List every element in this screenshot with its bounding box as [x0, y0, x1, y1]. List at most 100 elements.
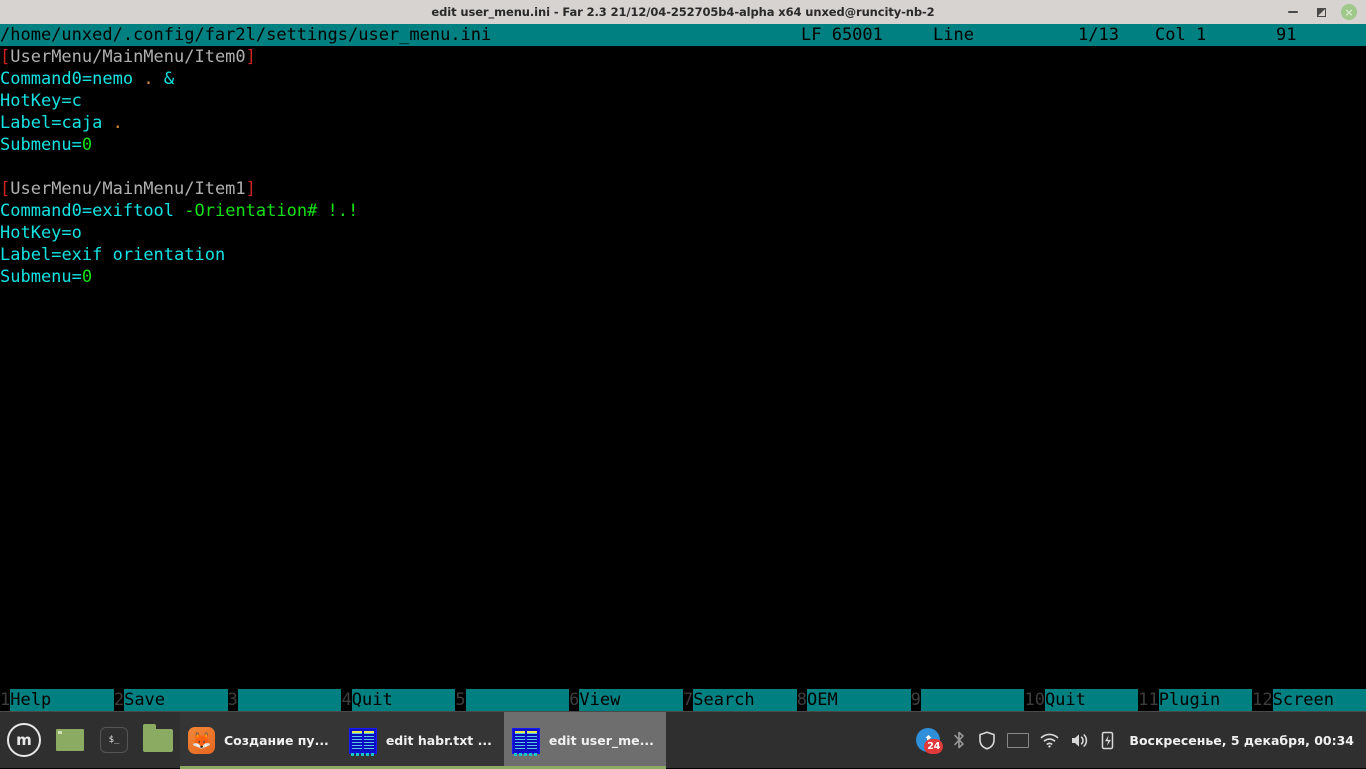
editor-token: &: [154, 69, 174, 89]
editor-line[interactable]: [0, 156, 1366, 178]
editor-token: .: [113, 113, 123, 133]
function-key-f11[interactable]: 11Plugin: [1138, 689, 1252, 711]
editor-token: =: [61, 223, 71, 243]
taskbar-task[interactable]: 🦊Создание пу...: [180, 712, 341, 769]
editor-token: =: [61, 91, 71, 111]
editor-line[interactable]: Label=caja .: [0, 112, 1366, 134]
editor-token: =: [51, 245, 61, 265]
editor-token: exiftool: [92, 201, 184, 221]
editor-line[interactable]: Submenu=0: [0, 134, 1366, 156]
system-tray: ⬆ 24: [916, 712, 1366, 768]
editor-encoding[interactable]: LF 65001: [801, 24, 883, 46]
editor-token: .: [143, 69, 153, 89]
function-key-label: Screen: [1273, 689, 1366, 711]
bluetooth-icon[interactable]: [951, 731, 967, 749]
window-title: edit user_menu.ini - Far 2.3 21/12/04-25…: [431, 5, 934, 19]
function-key-f5[interactable]: 5: [455, 689, 569, 711]
mint-menu-button[interactable]: m: [0, 712, 48, 769]
editor-line[interactable]: Submenu=0: [0, 266, 1366, 288]
taskbar-task[interactable]: edit user_me...: [504, 712, 666, 769]
function-key-number: 6: [569, 689, 579, 711]
software-update-icon[interactable]: ⬆ 24: [916, 728, 940, 752]
editor-token: Label: [0, 245, 51, 265]
editor-token: Submenu: [0, 267, 72, 287]
editor-line[interactable]: [UserMenu/MainMenu/Item0]: [0, 46, 1366, 68]
update-count-badge: 24: [924, 739, 943, 754]
editor-text-area[interactable]: [UserMenu/MainMenu/Item0]Command0=nemo .…: [0, 46, 1366, 689]
function-key-f10[interactable]: 10Quit: [1024, 689, 1138, 711]
editor-token: ]: [246, 47, 256, 67]
close-button[interactable]: ×: [1336, 0, 1362, 24]
launcher-file-manager[interactable]: [136, 712, 180, 769]
editor-token: 0: [82, 135, 92, 155]
editor-line[interactable]: Command0=nemo . &: [0, 68, 1366, 90]
volume-icon[interactable]: [1070, 732, 1089, 749]
battery-power-icon[interactable]: [1100, 731, 1116, 750]
function-key-f12[interactable]: 12Screen: [1252, 689, 1366, 711]
taskbar-task-label: edit habr.txt ...: [386, 733, 492, 748]
editor-token: =: [82, 69, 92, 89]
function-key-number: 2: [114, 689, 124, 711]
maximize-button[interactable]: [1308, 0, 1334, 24]
editor-status-bar: /home/unxed/.config/far2l/settings/user_…: [0, 24, 1366, 46]
taskbar-spacer: [666, 712, 917, 768]
function-key-label: Quit: [1045, 689, 1138, 711]
editor-line[interactable]: [UserMenu/MainMenu/Item1]: [0, 178, 1366, 200]
launcher-show-desktop[interactable]: [48, 712, 92, 769]
function-key-number: 12: [1252, 689, 1272, 711]
editor-token: Submenu: [0, 135, 72, 155]
keyboard-layout-flag-icon[interactable]: [1007, 733, 1029, 748]
editor-line[interactable]: Label=exif orientation: [0, 244, 1366, 266]
function-key-f1[interactable]: 1Help: [0, 689, 114, 711]
function-key-number: 8: [797, 689, 807, 711]
function-key-f7[interactable]: 7Search: [683, 689, 797, 711]
function-key-label: Quit: [352, 689, 456, 711]
launcher-terminal[interactable]: $_: [92, 712, 136, 769]
function-key-f3[interactable]: 3: [228, 689, 342, 711]
function-key-label: Plugin: [1159, 689, 1252, 711]
editor-line[interactable]: HotKey=o: [0, 222, 1366, 244]
editor-token: ]: [246, 179, 256, 199]
editor-token: -Orientation# !.!: [184, 201, 358, 221]
function-key-label: [238, 689, 342, 711]
editor-token: =: [82, 201, 92, 221]
editor-token: Command0: [0, 201, 82, 221]
editor-token: Command0: [0, 69, 82, 89]
editor-token: 0: [82, 267, 92, 287]
far-manager-icon: [512, 728, 540, 754]
editor-col-value: 91: [1276, 24, 1296, 46]
far-manager-icon: [349, 728, 377, 754]
editor-token: [: [0, 179, 10, 199]
function-key-number: 4: [341, 689, 351, 711]
desktop-taskbar: m $_ 🦊Создание пу... edit habr.txt ... edi…: [0, 711, 1366, 768]
taskbar-task[interactable]: edit habr.txt ...: [341, 712, 504, 769]
editor-col-label: Col 1: [1155, 24, 1206, 46]
firewall-shield-icon[interactable]: [978, 731, 996, 750]
wifi-icon[interactable]: [1040, 733, 1059, 748]
editor-token: UserMenu/MainMenu/Item1: [10, 179, 245, 199]
function-key-label: OEM: [807, 689, 911, 711]
editor-token: HotKey: [0, 223, 61, 243]
function-key-number: 10: [1024, 689, 1044, 711]
editor-token: =: [72, 267, 82, 287]
function-key-f4[interactable]: 4Quit: [341, 689, 455, 711]
function-key-f8[interactable]: 8OEM: [797, 689, 911, 711]
editor-line[interactable]: Command0=exiftool -Orientation# !.!: [0, 200, 1366, 222]
editor-line-value: 1/13: [1078, 24, 1119, 46]
minimize-button[interactable]: [1280, 0, 1306, 24]
function-key-f9[interactable]: 9: [911, 689, 1025, 711]
function-key-f6[interactable]: 6View: [569, 689, 683, 711]
function-key-f2[interactable]: 2Save: [114, 689, 228, 711]
firefox-icon: 🦊: [188, 727, 215, 754]
function-key-label: Help: [10, 689, 114, 711]
mint-logo-icon: m: [7, 723, 41, 757]
clock[interactable]: Воскресенье, 5 декабря, 00:34: [1127, 733, 1354, 748]
function-key-label: [466, 689, 570, 711]
editor-line[interactable]: HotKey=c: [0, 90, 1366, 112]
terminal-icon: $_: [100, 727, 128, 753]
function-key-number: 7: [683, 689, 693, 711]
editor-token: Label: [0, 113, 51, 133]
function-key-label: [921, 689, 1025, 711]
editor-token: =: [51, 113, 61, 133]
window-titlebar[interactable]: edit user_menu.ini - Far 2.3 21/12/04-25…: [0, 0, 1366, 24]
